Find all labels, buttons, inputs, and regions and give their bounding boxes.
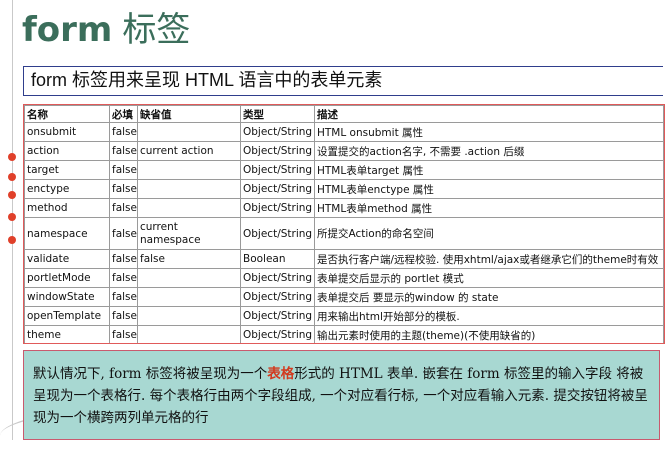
cell-name: onsubmit bbox=[24, 122, 110, 142]
cell-description: 是否执行客户端/远程校验. 使用xhtml/ajax或者继承它们的theme时有… bbox=[314, 249, 664, 269]
cell-required: false bbox=[109, 325, 138, 343]
cell-description: 表单提交后 要显示的window 的 state bbox=[314, 287, 664, 307]
attribute-table: 名称 必填 缺省值 类型 描述 onsubmit false Object/St… bbox=[24, 105, 664, 343]
cell-name: action bbox=[24, 141, 110, 161]
column-header-name: 名称 bbox=[24, 105, 110, 123]
cell-type: Object/String bbox=[240, 325, 315, 343]
table-row: namespace false current namespace Object… bbox=[24, 217, 664, 250]
cell-name: validate bbox=[24, 249, 110, 269]
note-box: 默认情况下, form 标签将被呈现为一个表格形式的 HTML 表单. 嵌套在 … bbox=[23, 350, 660, 440]
cell-required: false bbox=[109, 198, 138, 218]
column-header-default: 缺省值 bbox=[137, 105, 241, 123]
cell-default bbox=[137, 306, 241, 326]
column-header-description: 描述 bbox=[314, 105, 664, 123]
cell-name: portletMode bbox=[24, 268, 110, 288]
cell-description: 设置提交的action名字, 不需要 .action 后缀 bbox=[314, 141, 664, 161]
cell-name: namespace bbox=[24, 217, 110, 250]
table-row: action false current action Object/Strin… bbox=[24, 141, 664, 161]
cell-default bbox=[137, 268, 241, 288]
bullet-marker bbox=[8, 153, 16, 161]
note-highlight: 表格 bbox=[267, 366, 295, 382]
cell-type: Object/String bbox=[240, 217, 315, 250]
cell-required: false bbox=[109, 306, 138, 326]
subtitle-box: form 标签用来呈现 HTML 语言中的表单元素 bbox=[23, 66, 663, 96]
bullet-marker bbox=[8, 173, 16, 181]
cell-name: enctype bbox=[24, 179, 110, 199]
table-row: openTemplate false Object/String 用来输出htm… bbox=[24, 306, 664, 326]
cell-required: false bbox=[109, 160, 138, 180]
cell-type: Object/String bbox=[240, 179, 315, 199]
cell-default bbox=[137, 122, 241, 142]
attribute-table-frame: 名称 必填 缺省值 类型 描述 onsubmit false Object/St… bbox=[23, 104, 665, 344]
cell-name: target bbox=[24, 160, 110, 180]
cell-required: false bbox=[109, 217, 138, 250]
bullet-marker bbox=[8, 191, 16, 199]
bullet-marker bbox=[8, 236, 16, 244]
cell-description: HTML表单target 属性 bbox=[314, 160, 664, 180]
table-row: theme false Object/String 输出元素时使用的主题(the… bbox=[24, 325, 664, 343]
cell-required: false bbox=[109, 122, 138, 142]
cell-type: Object/String bbox=[240, 268, 315, 288]
cell-description: 用来输出html开始部分的模板. bbox=[314, 306, 664, 326]
cell-required: false bbox=[109, 179, 138, 199]
cell-default bbox=[137, 160, 241, 180]
cell-required: false bbox=[109, 141, 138, 161]
subtitle-text: form 标签用来呈现 HTML 语言中的表单元素 bbox=[31, 70, 383, 90]
cell-default: false bbox=[137, 249, 241, 269]
table-row: method false Object/String HTML表单method … bbox=[24, 198, 664, 218]
slide-title-en: form bbox=[22, 10, 113, 50]
table-row: target false Object/String HTML表单target … bbox=[24, 160, 664, 180]
cell-default bbox=[137, 287, 241, 307]
cell-default bbox=[137, 325, 241, 343]
cell-required: false bbox=[109, 287, 138, 307]
cell-default bbox=[137, 198, 241, 218]
table-row: windowState false Object/String 表单提交后 要显… bbox=[24, 287, 664, 307]
cell-name: openTemplate bbox=[24, 306, 110, 326]
cell-description: 所提交Action的命名空间 bbox=[314, 217, 664, 250]
cell-type: Boolean bbox=[240, 249, 315, 269]
column-header-type: 类型 bbox=[240, 105, 315, 123]
cell-name: method bbox=[24, 198, 110, 218]
cell-type: Object/String bbox=[240, 141, 315, 161]
cell-description: 表单提交后显示的 portlet 模式 bbox=[314, 268, 664, 288]
cell-type: Object/String bbox=[240, 160, 315, 180]
table-row: portletMode false Object/String 表单提交后显示的… bbox=[24, 268, 664, 288]
cell-description: HTML表单method 属性 bbox=[314, 198, 664, 218]
cell-description: HTML表单enctype 属性 bbox=[314, 179, 664, 199]
cell-type: Object/String bbox=[240, 287, 315, 307]
cell-default: current action bbox=[137, 141, 241, 161]
cell-description: HTML onsubmit 属性 bbox=[314, 122, 664, 142]
cell-required: false bbox=[109, 268, 138, 288]
table-row: validate false false Boolean 是否执行客户端/远程校… bbox=[24, 249, 664, 269]
cell-description: 输出元素时使用的主题(theme)(不使用缺省的) bbox=[314, 325, 664, 343]
slide-title-cn: 标签 bbox=[122, 10, 191, 50]
cell-type: Object/String bbox=[240, 122, 315, 142]
slide-title: form 标签 bbox=[22, 8, 190, 52]
cell-type: Object/String bbox=[240, 306, 315, 326]
table-header-row: 名称 必填 缺省值 类型 描述 bbox=[24, 105, 664, 123]
table-row: enctype false Object/String HTML表单enctyp… bbox=[24, 179, 664, 199]
note-text-before: 默认情况下, form 标签将被呈现为一个 bbox=[33, 366, 268, 382]
cell-name: windowState bbox=[24, 287, 110, 307]
column-header-required: 必填 bbox=[109, 105, 138, 123]
cell-default bbox=[137, 179, 241, 199]
cell-required: false bbox=[109, 249, 138, 269]
cell-name: theme bbox=[24, 325, 110, 343]
cell-type: Object/String bbox=[240, 198, 315, 218]
cell-default: current namespace bbox=[137, 217, 241, 250]
bullet-marker bbox=[8, 213, 16, 221]
table-row: onsubmit false Object/String HTML onsubm… bbox=[24, 122, 664, 142]
